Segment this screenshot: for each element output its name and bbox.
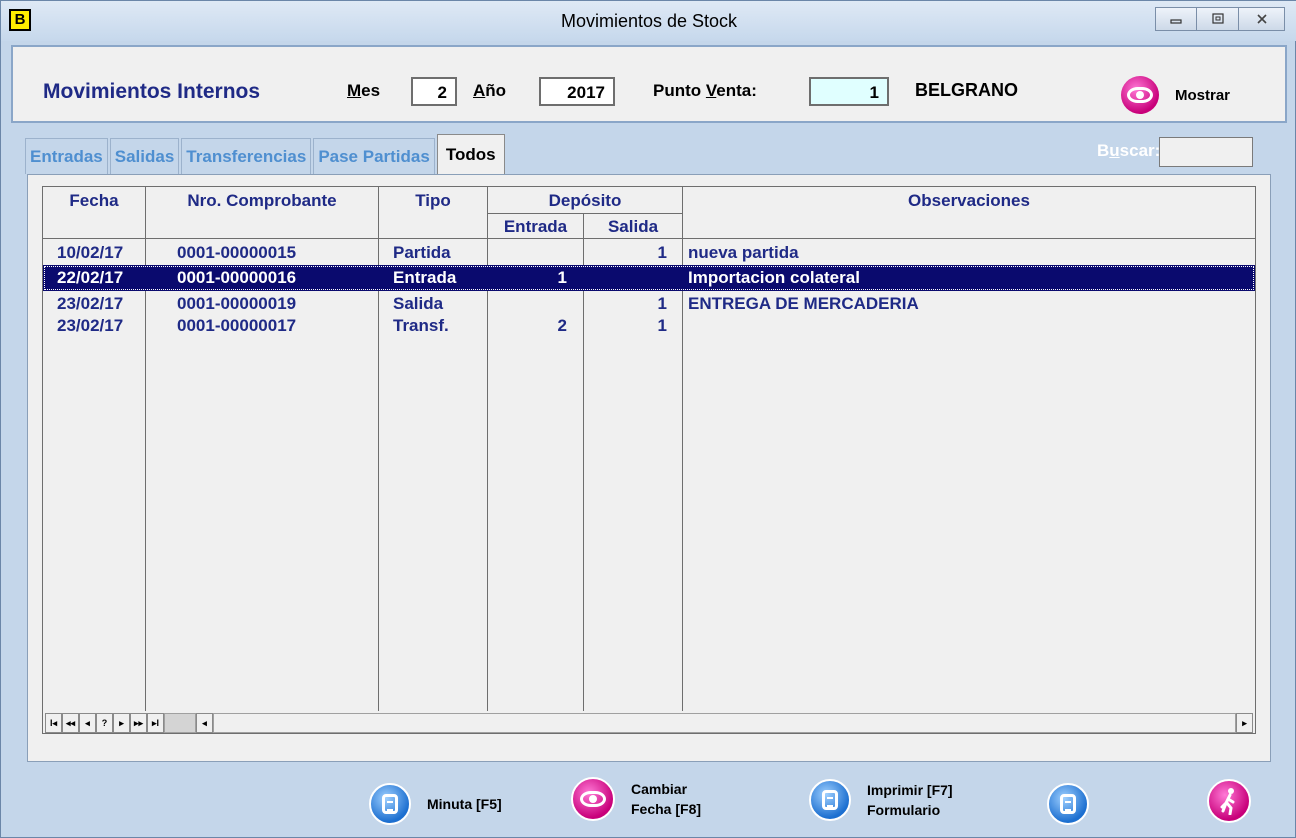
content-panel: Fecha Nro. Comprobante Tipo Depósito Ent… [27,174,1271,762]
print-form-label: Imprimir [F7] Formulario [867,782,953,818]
show-button-label: Mostrar [1175,86,1231,104]
cell-fecha: 23/02/17 [57,316,124,335]
cell-comprobante: 0001-00000015 [177,243,297,262]
cell-salida: 1 [657,294,667,313]
cell-comprobante: 0001-00000019 [177,294,297,313]
table-row[interactable]: 23/02/17 0001-00000017 Transf. 2 1 [43,313,1255,339]
cell-observaciones: Importacion colateral [688,268,860,287]
close-button[interactable] [1239,7,1285,31]
cell-observaciones: nueva partida [688,243,799,262]
cell-fecha: 23/02/17 [57,294,124,313]
cell-entrada: 1 [557,268,567,287]
action-bar: Minuta [F5] Cambiar Fecha [F8] Imprimir … [1,771,1296,838]
tab-salidas[interactable]: Salidas [109,138,180,174]
eye-icon [1121,76,1159,114]
pos-label: Punto Venta: [653,81,757,100]
filter-panel: Movimientos Internos Mes 2 Año 2017 Punt… [11,45,1287,123]
show-button[interactable]: Mostrar [1121,75,1281,115]
cell-salida: 1 [657,316,667,335]
cell-salida: 1 [657,243,667,262]
close-icon [1256,14,1267,24]
change-date-button[interactable]: Cambiar Fecha [F8] [571,777,701,821]
horizontal-scrollbar[interactable] [213,713,1236,733]
table-header: Fecha Nro. Comprobante Tipo Depósito Ent… [43,187,1255,239]
tab-todos[interactable]: Todos [436,134,505,174]
tab-strip: Entradas Salidas Transferencias Pase Par… [25,134,507,174]
walking-person-exit-icon [1207,779,1251,823]
table-row-selected[interactable]: 22/02/17 0001-00000016 Entrada 1 Importa… [43,265,1255,291]
title-bar: B Movimientos de Stock [1,1,1296,41]
table-row[interactable]: 10/02/17 0001-00000015 Partida 1 nueva p… [43,240,1255,266]
cell-comprobante: 0001-00000016 [177,268,297,287]
col-header-entrada[interactable]: Entrada [488,217,583,237]
minuta-label: Minuta [F5] [427,796,502,812]
scroll-thumb[interactable] [164,713,196,733]
tab-transferencias[interactable]: Transferencias [181,138,312,174]
minuta-button[interactable]: Minuta [F5] [369,783,502,825]
search-record-button[interactable]: ? [96,713,113,733]
cell-tipo: Salida [393,294,444,313]
maximize-button[interactable] [1197,7,1239,31]
tab-entradas[interactable]: Entradas [25,138,108,174]
next-record-button[interactable]: ▸ [113,713,130,733]
cell-fecha: 22/02/17 [57,268,124,287]
prev-page-button[interactable]: ◂◂ [62,713,79,733]
maximize-icon [1211,13,1224,24]
pos-name: BELGRANO [915,80,1018,100]
document-icon [809,779,851,821]
tab-pase-partidas[interactable]: Pase Partidas [313,138,435,174]
cell-tipo: Transf. [393,316,449,335]
print-form-button[interactable]: Imprimir [F7] Formulario [809,779,953,821]
cell-fecha: 10/02/17 [57,243,124,262]
col-header-fecha[interactable]: Fecha [43,191,145,211]
col-header-deposito: Depósito [548,191,622,210]
col-header-observaciones[interactable]: Observaciones [683,191,1255,211]
page-title: Movimientos Internos [43,80,261,103]
search-label: Buscar: [1097,141,1161,160]
record-navigator: I◂ ◂◂ ◂ ? ▸ ▸▸ ▸I ◂ ▸ [45,713,1253,733]
exit-button[interactable] [1207,779,1251,823]
month-label: Mes [347,81,381,100]
col-header-salida[interactable]: Salida [584,217,682,237]
minimize-icon [1170,19,1182,24]
window-controls [1155,7,1285,31]
document-icon [1047,783,1089,825]
month-field[interactable]: 2 [411,77,457,106]
main-window: B Movimientos de Stock Movimientos Inter… [0,0,1296,838]
change-date-label: Cambiar Fecha [F8] [631,781,702,817]
cell-comprobante: 0001-00000017 [177,316,297,335]
first-record-button[interactable]: I◂ [45,713,62,733]
next-page-button[interactable]: ▸▸ [130,713,147,733]
window-title: Movimientos de Stock [560,11,738,31]
year-field[interactable]: 2017 [539,77,615,106]
cell-observaciones: ENTREGA DE MERCADERIA [688,294,919,313]
cell-entrada: 2 [557,316,567,335]
search-input[interactable] [1159,137,1253,167]
scroll-left-button[interactable]: ◂ [196,713,213,733]
col-header-tipo[interactable]: Tipo [379,191,487,211]
document-button[interactable] [1047,783,1089,825]
year-label: Año [473,81,507,100]
col-header-comprobante[interactable]: Nro. Comprobante [146,191,378,211]
cell-tipo: Entrada [393,268,457,287]
header-divider [488,213,682,214]
document-icon [369,783,411,825]
pos-field[interactable]: 1 [809,77,889,106]
cell-tipo: Partida [393,243,451,262]
movements-table[interactable]: Fecha Nro. Comprobante Tipo Depósito Ent… [42,186,1256,734]
eye-icon [571,777,615,821]
prev-record-button[interactable]: ◂ [79,713,96,733]
minimize-button[interactable] [1155,7,1197,31]
last-record-button[interactable]: ▸I [147,713,164,733]
scroll-right-button[interactable]: ▸ [1236,713,1253,733]
